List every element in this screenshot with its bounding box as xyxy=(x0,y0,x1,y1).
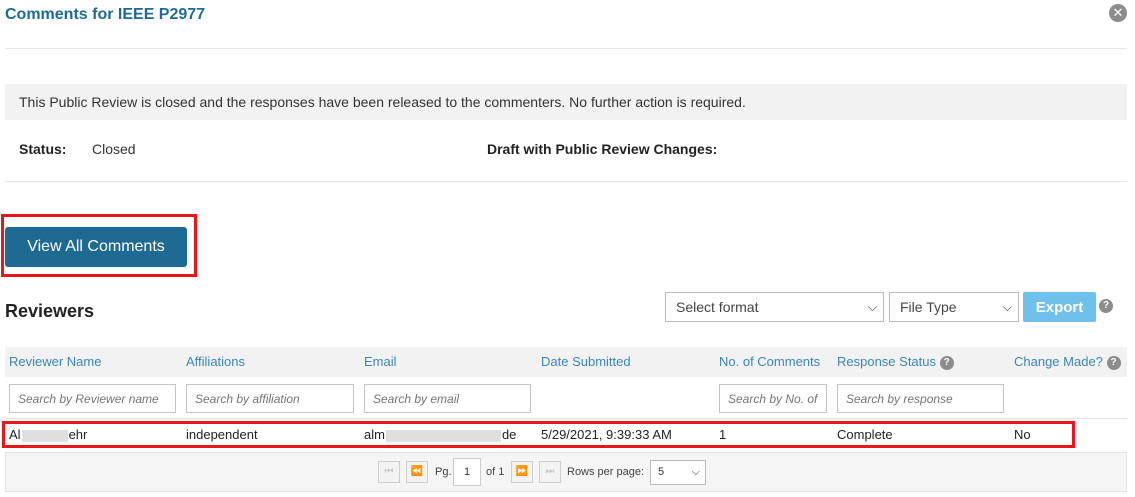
file-type-select[interactable]: File Type ⌵ xyxy=(889,292,1019,322)
rows-per-page-select[interactable]: 5 ⌵ xyxy=(650,460,706,485)
affiliation-search-input[interactable] xyxy=(186,384,354,413)
next-page-icon[interactable]: ⏩ xyxy=(511,461,533,483)
close-icon[interactable]: ✕ xyxy=(1109,4,1127,22)
help-icon[interactable]: ? xyxy=(939,355,954,370)
column-header-response-status[interactable]: Response Status ? xyxy=(837,354,954,370)
column-header-change-made[interactable]: Change Made? ? xyxy=(1014,354,1121,370)
pagination-bar xyxy=(5,452,1127,492)
column-header-reviewer-name[interactable]: Reviewer Name xyxy=(9,354,101,369)
divider xyxy=(5,181,1127,182)
status-value: Closed xyxy=(92,141,136,157)
comments-search-input[interactable] xyxy=(719,384,827,413)
column-header-label: Response Status xyxy=(837,354,937,369)
chevron-down-icon: ⌵ xyxy=(1002,300,1012,314)
last-page-icon[interactable]: ⏭ xyxy=(539,461,561,483)
highlight-box xyxy=(2,421,1075,448)
page-number-input[interactable] xyxy=(453,458,481,486)
page-label: Pg. xyxy=(435,466,452,478)
export-button[interactable]: Export xyxy=(1023,292,1096,322)
page-count-label: of 1 xyxy=(486,466,505,478)
file-type-select-value: File Type xyxy=(900,299,957,315)
format-select-value: Select format xyxy=(676,299,759,315)
rows-per-page-value: 5 xyxy=(658,466,665,478)
column-header-affiliations[interactable]: Affiliations xyxy=(186,354,245,369)
column-header-email[interactable]: Email xyxy=(364,354,397,369)
notice-banner: This Public Review is closed and the res… xyxy=(5,84,1127,120)
chevron-down-icon: ⌵ xyxy=(867,300,877,314)
modal-title: Comments for IEEE P2977 xyxy=(5,6,206,23)
draft-label: Draft with Public Review Changes: xyxy=(487,141,718,157)
previous-page-icon[interactable]: ⏪ xyxy=(406,461,428,483)
reviewer-name-search-input[interactable] xyxy=(9,384,176,413)
email-search-input[interactable] xyxy=(364,384,531,413)
format-select[interactable]: Select format ⌵ xyxy=(665,292,884,322)
column-header-label: Change Made? xyxy=(1014,354,1103,369)
column-header-no-of-comments[interactable]: No. of Comments xyxy=(719,354,820,369)
divider xyxy=(5,48,1127,49)
view-all-comments-button[interactable]: View All Comments xyxy=(5,227,187,267)
response-search-input[interactable] xyxy=(837,384,1004,413)
status-label: Status: xyxy=(19,141,67,157)
help-icon[interactable]: ? xyxy=(1106,355,1121,370)
first-page-icon[interactable]: ⏮ xyxy=(378,461,400,483)
reviewers-heading: Reviewers xyxy=(5,301,95,321)
column-header-date-submitted[interactable]: Date Submitted xyxy=(541,354,631,369)
chevron-down-icon: ⌵ xyxy=(691,466,700,478)
rows-per-page-label: Rows per page: xyxy=(567,466,645,478)
help-icon[interactable]: ? xyxy=(1099,299,1113,313)
